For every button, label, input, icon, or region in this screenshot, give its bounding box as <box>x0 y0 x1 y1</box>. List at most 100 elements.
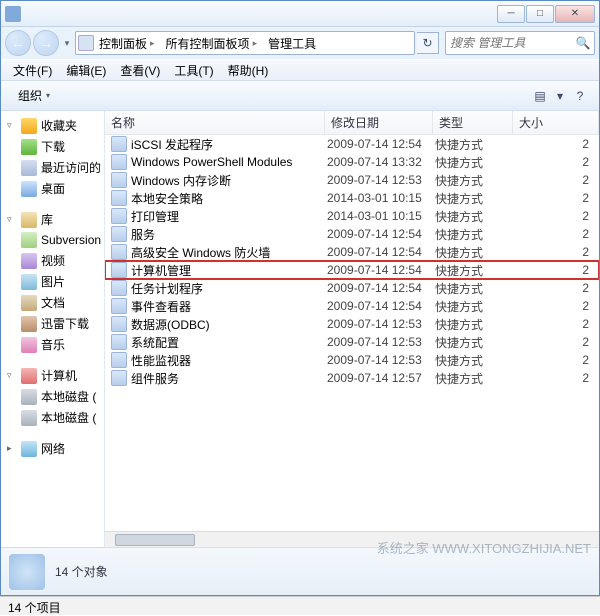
history-dropdown[interactable]: ▾ <box>61 33 73 53</box>
column-size[interactable]: 大小 <box>513 111 599 134</box>
file-row[interactable]: Windows PowerShell Modules2009-07-14 13:… <box>105 153 599 171</box>
sidebar-pictures[interactable]: 图片 <box>1 271 104 292</box>
column-name[interactable]: 名称 <box>105 111 325 134</box>
close-button[interactable]: ✕ <box>555 5 595 23</box>
recent-icon <box>21 160 37 176</box>
maximize-button[interactable]: □ <box>526 5 554 23</box>
file-type: 快捷方式 <box>435 244 515 261</box>
file-row[interactable]: 打印管理2014-03-01 10:15快捷方式2 <box>105 207 599 225</box>
help-button[interactable]: ? <box>567 85 593 107</box>
menu-edit[interactable]: 编辑(E) <box>60 60 112 81</box>
menu-view[interactable]: 查看(V) <box>114 60 166 81</box>
menu-help[interactable]: 帮助(H) <box>222 60 275 81</box>
menu-file[interactable]: 文件(F) <box>7 60 58 81</box>
column-type[interactable]: 类型 <box>433 111 513 134</box>
file-size: 2 <box>515 263 599 277</box>
column-date[interactable]: 修改日期 <box>325 111 433 134</box>
file-name: 本地安全策略 <box>131 190 327 207</box>
path-icon <box>78 35 94 51</box>
collapse-icon[interactable]: ▿ <box>7 370 17 381</box>
collapse-icon[interactable]: ▿ <box>7 214 17 225</box>
file-date: 2009-07-14 12:54 <box>327 245 435 259</box>
titlebar[interactable]: ─ □ ✕ <box>1 1 599 27</box>
horizontal-scrollbar[interactable] <box>105 531 599 547</box>
view-mode-button[interactable]: ▤ <box>527 85 553 107</box>
file-row[interactable]: 性能监视器2009-07-14 12:53快捷方式2 <box>105 351 599 369</box>
sidebar-computer[interactable]: ▿计算机 <box>1 365 104 386</box>
collapse-icon[interactable]: ▿ <box>7 120 17 131</box>
forward-button[interactable]: → <box>33 30 59 56</box>
chevron-icon[interactable]: ▸ <box>150 38 155 49</box>
navbar: ← → ▾ 控制面板▸ 所有控制面板项▸ 管理工具 ↻ 🔍 <box>1 27 599 59</box>
menubar: 文件(F) 编辑(E) 查看(V) 工具(T) 帮助(H) <box>1 59 599 81</box>
file-row[interactable]: Windows 内存诊断2009-07-14 12:53快捷方式2 <box>105 171 599 189</box>
sidebar-favorites[interactable]: ▿收藏夹 <box>1 115 104 136</box>
status-bar: 14 个项目 <box>0 596 600 615</box>
sidebar-subversion[interactable]: Subversion <box>1 230 104 250</box>
file-row[interactable]: 高级安全 Windows 防火墙2009-07-14 12:54快捷方式2 <box>105 243 599 261</box>
breadcrumb-seg-3[interactable]: 管理工具 <box>265 32 319 54</box>
file-type: 快捷方式 <box>435 190 515 207</box>
file-row[interactable]: 服务2009-07-14 12:54快捷方式2 <box>105 225 599 243</box>
sidebar-disk-1[interactable]: 本地磁盘 ( <box>1 386 104 407</box>
organize-button[interactable]: 组织 ▾ <box>7 83 61 108</box>
file-row[interactable]: 系统配置2009-07-14 12:53快捷方式2 <box>105 333 599 351</box>
sidebar-desktop[interactable]: 桌面 <box>1 178 104 199</box>
file-date: 2009-07-14 13:32 <box>327 155 435 169</box>
back-button[interactable]: ← <box>5 30 31 56</box>
refresh-button[interactable]: ↻ <box>417 32 439 54</box>
file-type: 快捷方式 <box>435 334 515 351</box>
menu-tools[interactable]: 工具(T) <box>168 60 219 81</box>
file-name: 打印管理 <box>131 208 327 225</box>
picture-icon <box>21 274 37 290</box>
file-row[interactable]: 数据源(ODBC)2009-07-14 12:53快捷方式2 <box>105 315 599 333</box>
file-row[interactable]: 本地安全策略2014-03-01 10:15快捷方式2 <box>105 189 599 207</box>
file-row[interactable]: 组件服务2009-07-14 12:57快捷方式2 <box>105 369 599 387</box>
breadcrumb-seg-2[interactable]: 所有控制面板项▸ <box>163 32 264 54</box>
file-type: 快捷方式 <box>435 316 515 333</box>
sidebar-documents[interactable]: 文档 <box>1 292 104 313</box>
sidebar-network[interactable]: ▸网络 <box>1 438 104 459</box>
search-box[interactable]: 🔍 <box>445 31 595 55</box>
file-size: 2 <box>515 209 599 223</box>
file-name: 性能监视器 <box>131 352 327 369</box>
breadcrumb-seg-1[interactable]: 控制面板▸ <box>96 32 161 54</box>
file-row[interactable]: 任务计划程序2009-07-14 12:54快捷方式2 <box>105 279 599 297</box>
file-row[interactable]: iSCSI 发起程序2009-07-14 12:54快捷方式2 <box>105 135 599 153</box>
sidebar-disk-2[interactable]: 本地磁盘 ( <box>1 407 104 428</box>
search-icon[interactable]: 🔍 <box>576 36 590 50</box>
file-size: 2 <box>515 227 599 241</box>
file-type: 快捷方式 <box>435 208 515 225</box>
status-text: 14 个项目 <box>8 601 61 615</box>
file-row[interactable]: 计算机管理2009-07-14 12:54快捷方式2 <box>105 261 599 279</box>
shortcut-icon <box>111 244 127 260</box>
document-icon <box>21 295 37 311</box>
video-icon <box>21 253 37 269</box>
address-bar[interactable]: 控制面板▸ 所有控制面板项▸ 管理工具 <box>75 31 415 55</box>
minimize-button[interactable]: ─ <box>497 5 525 23</box>
library-icon <box>21 212 37 228</box>
file-row[interactable]: 事件查看器2009-07-14 12:54快捷方式2 <box>105 297 599 315</box>
sidebar-recent[interactable]: 最近访问的 <box>1 157 104 178</box>
sidebar-videos[interactable]: 视频 <box>1 250 104 271</box>
sidebar-downloads[interactable]: 下载 <box>1 136 104 157</box>
file-date: 2009-07-14 12:53 <box>327 173 435 187</box>
search-input[interactable] <box>450 36 576 50</box>
column-headers: 名称 修改日期 类型 大小 <box>105 111 599 135</box>
sidebar-xunlei[interactable]: 迅雷下载 <box>1 313 104 334</box>
sidebar-libraries[interactable]: ▿库 <box>1 209 104 230</box>
chevron-icon[interactable]: ▸ <box>253 38 258 49</box>
file-size: 2 <box>515 317 599 331</box>
sidebar-music[interactable]: 音乐 <box>1 334 104 355</box>
file-size: 2 <box>515 155 599 169</box>
computer-icon <box>21 368 37 384</box>
file-date: 2009-07-14 12:54 <box>327 299 435 313</box>
star-icon <box>21 118 37 134</box>
scrollbar-thumb[interactable] <box>115 534 195 546</box>
shortcut-icon <box>111 262 127 278</box>
view-mode-dropdown[interactable]: ▾ <box>553 85 567 107</box>
file-list[interactable]: iSCSI 发起程序2009-07-14 12:54快捷方式2Windows P… <box>105 135 599 531</box>
file-date: 2009-07-14 12:54 <box>327 281 435 295</box>
file-date: 2009-07-14 12:54 <box>327 227 435 241</box>
expand-icon[interactable]: ▸ <box>7 443 17 454</box>
